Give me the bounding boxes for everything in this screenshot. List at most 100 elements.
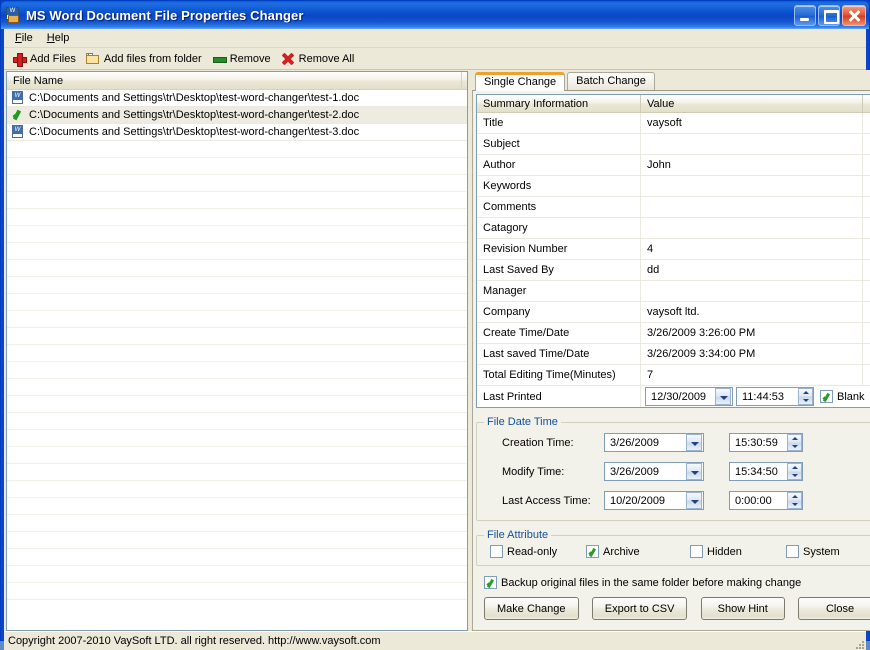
checkbox-icon[interactable] [820,390,833,403]
property-value[interactable]: vaysoft [641,113,863,133]
maximize-button[interactable] [818,5,840,26]
table-row-last-printed[interactable]: Last Printed 12/30/2009 11:44:53 [477,386,870,407]
list-empty-row [7,226,467,243]
column-header-file-name[interactable]: File Name [7,72,462,89]
list-empty-row [7,277,467,294]
property-value[interactable]: 3/26/2009 3:34:00 PM [641,344,863,364]
table-row[interactable]: Revision Number 4 [477,239,870,260]
make-change-button[interactable]: Make Change [484,597,579,620]
grid-header-row: Summary Information Value [477,95,870,113]
modify-time-row: Modify Time: 3/26/2009 15:34:50 [484,457,870,486]
archive-checkbox[interactable]: Archive [586,545,690,558]
table-row[interactable]: Keywords [477,176,870,197]
last-printed-time-spinner[interactable]: 11:44:53 [736,387,814,406]
hidden-checkbox[interactable]: Hidden [690,545,786,558]
modify-time-spinner[interactable]: 15:34:50 [729,462,803,481]
chevron-down-icon[interactable] [686,463,702,480]
add-files-from-folder-label: Add files from folder [104,53,202,65]
table-row[interactable]: Last saved Time/Date 3/26/2009 3:34:00 P… [477,344,870,365]
last-access-time-spinner[interactable]: 0:00:00 [729,491,803,510]
creation-time-spinner[interactable]: 15:30:59 [729,433,803,452]
chevron-down-icon[interactable] [686,434,702,451]
row-extra-cell [863,239,870,259]
property-name: Company [477,302,641,322]
file-path: C:\Documents and Settings\tr\Desktop\tes… [29,109,359,121]
property-value[interactable]: 3/26/2009 3:26:00 PM [641,323,863,343]
close-window-button[interactable] [842,5,866,26]
checkbox-icon[interactable] [690,545,703,558]
spinner-arrows-icon[interactable] [787,434,802,451]
make-change-label: Make Change [497,603,566,615]
show-hint-button[interactable]: Show Hint [701,597,785,620]
table-row[interactable]: W C:\Documents and Settings\tr\Desktop\t… [7,90,467,107]
readonly-checkbox[interactable]: Read-only [490,545,586,558]
checkbox-icon[interactable] [490,545,503,558]
property-name: Comments [477,197,641,217]
menu-item-help[interactable]: Help [40,30,77,47]
column-header-value[interactable]: Value [641,95,863,112]
property-value[interactable] [641,197,863,217]
creation-date-picker[interactable]: 3/26/2009 [604,433,704,452]
tab-single-change[interactable]: Single Change [475,72,565,91]
menu-item-file[interactable]: File [8,30,40,47]
spinner-arrows-icon[interactable] [787,492,802,509]
spinner-arrows-icon[interactable] [798,388,813,405]
table-row[interactable]: Title vaysoft [477,113,870,134]
table-row[interactable]: Total Editing Time(Minutes) 7 [477,365,870,386]
property-value[interactable]: dd [641,260,863,280]
chevron-down-icon[interactable] [715,388,731,405]
table-row[interactable]: Last Saved By dd [477,260,870,281]
checkbox-icon[interactable] [586,545,599,558]
last-printed-controls: 12/30/2009 11:44:53 B [641,386,870,407]
remove-button[interactable]: Remove [210,51,279,67]
list-empty-row [7,345,467,362]
row-extra-cell [863,155,870,175]
backup-checkbox[interactable]: Backup original files in the same folder… [484,576,801,589]
property-value[interactable] [641,134,863,154]
modify-date-picker[interactable]: 3/26/2009 [604,462,704,481]
table-row[interactable]: Subject [477,134,870,155]
system-checkbox[interactable]: System [786,545,870,558]
table-row[interactable]: Catagory [477,218,870,239]
row-extra-cell [863,113,870,133]
last-access-date-picker[interactable]: 10/20/2009 [604,491,704,510]
column-header-summary-information[interactable]: Summary Information [477,95,641,112]
table-row[interactable]: Manager [477,281,870,302]
minimize-button[interactable] [794,5,816,26]
table-row[interactable]: W C:\Documents and Settings\tr\Desktop\t… [7,124,467,141]
resize-grip-icon[interactable] [852,637,864,649]
backup-row: Backup original files in the same folder… [476,566,870,589]
property-value[interactable]: 7 [641,365,863,385]
property-value[interactable]: 4 [641,239,863,259]
column-header-extra[interactable] [863,95,870,112]
list-empty-row [7,430,467,447]
checkbox-icon[interactable] [484,576,497,589]
checkbox-icon[interactable] [786,545,799,558]
list-empty-row [7,362,467,379]
last-printed-date-picker[interactable]: 12/30/2009 [645,387,733,406]
property-value[interactable]: John [641,155,863,175]
property-value[interactable] [641,281,863,301]
table-row[interactable]: Company vaysoft ltd. [477,302,870,323]
table-row[interactable]: Author John [477,155,870,176]
file-list-view[interactable]: File Name W C:\Documents and Settings\tr… [6,71,468,631]
add-files-from-folder-button[interactable]: Add files from folder [84,51,210,67]
remove-all-button[interactable]: Remove All [279,51,363,67]
tab-batch-change[interactable]: Batch Change [567,72,655,90]
export-to-csv-button[interactable]: Export to CSV [592,597,688,620]
summary-information-grid[interactable]: Summary Information Value Title vaysoft … [476,94,870,408]
archive-label: Archive [603,546,640,558]
modify-time-label: Modify Time: [484,466,604,478]
property-value[interactable]: vaysoft ltd. [641,302,863,322]
property-value[interactable] [641,176,863,196]
chevron-down-icon[interactable] [686,492,702,509]
file-path: C:\Documents and Settings\tr\Desktop\tes… [29,92,359,104]
last-printed-blank-checkbox[interactable]: Blank [820,390,865,403]
table-row[interactable]: Create Time/Date 3/26/2009 3:26:00 PM [477,323,870,344]
close-button[interactable]: Close [798,597,870,620]
table-row[interactable]: C:\Documents and Settings\tr\Desktop\tes… [7,107,467,124]
add-files-button[interactable]: Add Files [10,51,84,67]
table-row[interactable]: Comments [477,197,870,218]
property-value[interactable] [641,218,863,238]
spinner-arrows-icon[interactable] [787,463,802,480]
